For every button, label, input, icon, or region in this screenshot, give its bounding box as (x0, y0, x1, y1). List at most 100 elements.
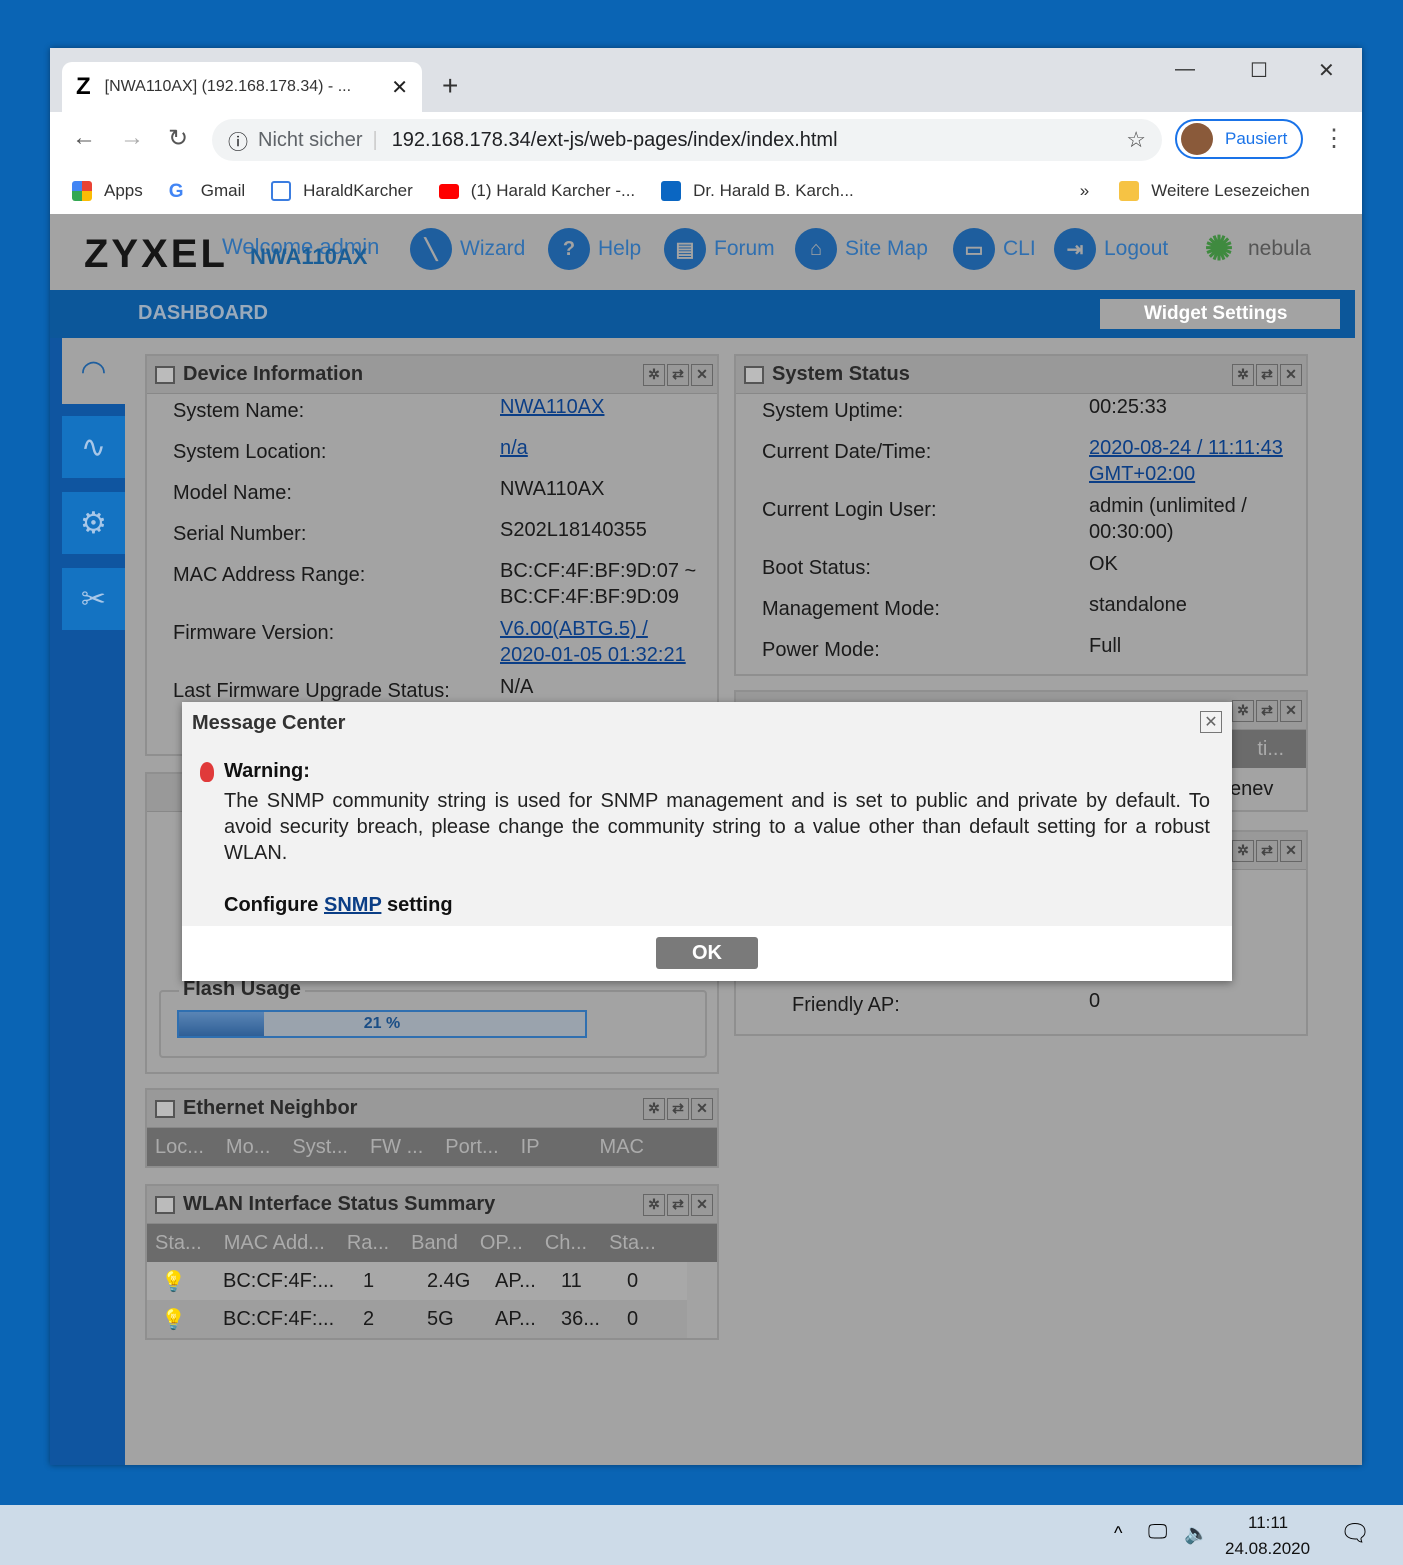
column-header[interactable]: MAC Add... (224, 1232, 325, 1255)
settings-icon[interactable]: ✲ (1232, 839, 1254, 862)
sidebar-configuration-icon[interactable]: ⚙ (62, 492, 125, 554)
close-tab-icon[interactable]: ✕ (391, 75, 408, 100)
nav-site-map[interactable]: ⌂ Site Map (795, 228, 928, 270)
nav-wizard[interactable]: ╲ Wizard (410, 228, 525, 270)
sidebar-monitor-icon[interactable]: ∿ (62, 416, 125, 478)
system-name-link[interactable]: NWA110AX (500, 396, 604, 419)
bookmark-star-icon[interactable]: ☆ (1126, 127, 1146, 153)
refresh-icon[interactable]: ⇄ (667, 1193, 689, 1216)
new-tab-button[interactable]: + (442, 70, 458, 102)
settings-icon[interactable]: ✲ (643, 1097, 665, 1120)
column-header[interactable]: Band (411, 1232, 458, 1255)
sidebar-maintenance-icon[interactable]: ✂ (62, 568, 125, 630)
column-header[interactable]: IP (521, 1136, 540, 1159)
maximize-button[interactable]: ☐ (1250, 58, 1268, 83)
reload-icon[interactable]: ↻ (168, 124, 188, 153)
volume-icon[interactable]: 🔈 (1184, 1521, 1209, 1546)
datetime-link[interactable]: 2020-08-24 / 11:11:43 (1089, 437, 1283, 460)
minimize-button[interactable]: — (1175, 58, 1195, 81)
column-header[interactable]: ti... (1257, 738, 1284, 761)
info-icon[interactable]: ⓘ (228, 126, 248, 155)
notifications-icon[interactable]: 🗨 (1340, 1519, 1370, 1548)
column-header[interactable]: Sta... (155, 1232, 202, 1255)
table-row[interactable]: 💡 BC:CF:4F:... 2 5G AP... 36... 0 (147, 1300, 687, 1338)
bookmark-youtube[interactable]: (1) Harald Karcher -... (438, 181, 636, 201)
nav-cli[interactable]: ▭ CLI (953, 228, 1036, 270)
settings-icon[interactable]: ✲ (643, 363, 665, 386)
snmp-link[interactable]: SNMP (324, 894, 381, 916)
warning-message: The SNMP community string is used for SN… (224, 790, 1210, 864)
chevron-up-icon[interactable]: ^ (1114, 1523, 1122, 1544)
close-icon[interactable]: ✕ (1200, 711, 1222, 733)
refresh-icon[interactable]: ⇄ (667, 363, 689, 386)
label: System Location: (173, 441, 327, 463)
close-icon[interactable]: ✕ (691, 1193, 713, 1216)
address-bar[interactable]: ⓘ Nicht sicher | 192.168.178.34/ext-js/w… (212, 119, 1162, 161)
url-text[interactable]: 192.168.178.34/ext-js/web-pages/index/in… (392, 129, 838, 152)
settings-icon[interactable]: ✲ (1232, 699, 1254, 722)
sidebar-dashboard-icon[interactable]: ◠ (62, 338, 125, 404)
refresh-icon[interactable]: ⇄ (1256, 363, 1278, 386)
other-bookmarks[interactable]: Weitere Lesezeichen (1119, 181, 1310, 201)
firmware-link[interactable]: V6.00(ABTG.5) / (500, 618, 648, 641)
column-header[interactable]: Ch... (545, 1232, 587, 1255)
settings-icon[interactable]: ✲ (1232, 363, 1254, 386)
nebula-icon: ✺ (1204, 230, 1234, 268)
close-icon[interactable]: ✕ (1280, 699, 1302, 722)
bookmark-apps[interactable]: Apps (72, 181, 143, 201)
close-icon[interactable]: ✕ (691, 363, 713, 386)
browser-tab[interactable]: Z [NWA110AX] (192.168.178.34) - ... ✕ (62, 62, 422, 112)
nav-forum[interactable]: ▤ Forum (664, 228, 775, 270)
label: Friendly AP: (792, 994, 900, 1016)
settings-icon[interactable]: ✲ (643, 1193, 665, 1216)
network-icon[interactable]: 🖵 (1148, 1521, 1167, 1544)
configure-text: Configure (224, 894, 319, 916)
column-header[interactable]: Loc... (155, 1136, 204, 1159)
refresh-icon[interactable]: ⇄ (1256, 839, 1278, 862)
menu-icon[interactable]: ⋮ (1322, 124, 1346, 153)
firmware-date-link[interactable]: 2020-01-05 01:32:21 (500, 644, 686, 667)
more-bookmarks-button[interactable]: » (1080, 181, 1089, 201)
refresh-icon[interactable]: ⇄ (667, 1097, 689, 1120)
timezone-link[interactable]: GMT+02:00 (1089, 463, 1195, 486)
back-icon[interactable]: ← (72, 124, 96, 152)
nav-logout[interactable]: ⇥ Logout (1054, 228, 1168, 270)
bookmark-linkedin[interactable]: Dr. Harald B. Karch... (661, 181, 854, 201)
column-header[interactable]: Syst... (292, 1136, 348, 1159)
nav-nebula[interactable]: ✺ nebula (1198, 228, 1311, 270)
close-icon[interactable]: ✕ (1280, 363, 1302, 386)
system-location-link[interactable]: n/a (500, 437, 528, 460)
close-icon[interactable]: ✕ (1280, 839, 1302, 862)
column-header[interactable]: FW ... (370, 1136, 423, 1159)
column-header[interactable]: Sta... (609, 1232, 656, 1255)
table-row[interactable]: 💡 BC:CF:4F:... 1 2.4G AP... 11 0 (147, 1262, 687, 1300)
value: admin (unlimited / (1089, 495, 1247, 517)
bookmark-gmail[interactable]: G Gmail (169, 181, 246, 202)
profile-button[interactable]: Pausiert (1175, 119, 1303, 159)
nav-label: nebula (1248, 237, 1312, 260)
clock-time[interactable]: 11:11 (1248, 1513, 1288, 1533)
widget-icon (744, 365, 764, 384)
widget-settings-button[interactable]: Widget Settings (1100, 299, 1340, 329)
column-header[interactable]: Ra... (347, 1232, 389, 1255)
cli-icon: ▭ (953, 228, 995, 270)
bookmark-haraldkarcher[interactable]: HaraldKarcher (271, 181, 413, 201)
clock-date[interactable]: 24.08.2020 (1225, 1539, 1310, 1559)
refresh-icon[interactable]: ⇄ (1256, 699, 1278, 722)
bookmark-label: Gmail (200, 181, 246, 200)
nav-help[interactable]: ? Help (548, 228, 641, 270)
column-header[interactable]: Port... (445, 1136, 498, 1159)
forward-icon[interactable]: → (120, 124, 144, 152)
ok-button[interactable]: OK (656, 937, 758, 969)
column-header[interactable]: Mo... (226, 1136, 270, 1159)
column-header[interactable]: MAC (600, 1136, 644, 1159)
column-header[interactable]: OP... (480, 1232, 523, 1255)
close-window-button[interactable]: ✕ (1318, 58, 1335, 83)
bookmark-label: (1) Harald Karcher -... (470, 181, 636, 200)
label: Model Name: (173, 482, 292, 504)
close-icon[interactable]: ✕ (691, 1097, 713, 1120)
warning-heading: Warning: (200, 760, 310, 783)
panel-title: WLAN Interface Status Summary (183, 1193, 496, 1215)
cell: AP... (495, 1307, 536, 1330)
widget-settings-label: Widget Settings (1144, 303, 1288, 324)
